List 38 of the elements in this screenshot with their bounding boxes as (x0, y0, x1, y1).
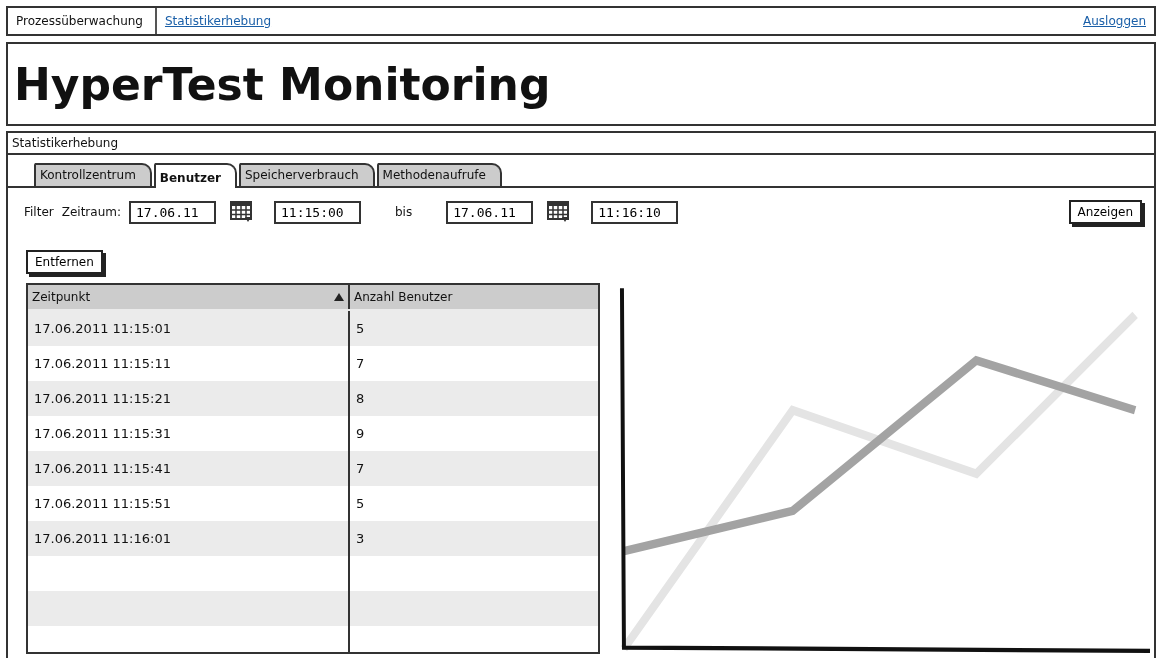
table-cell: 3 (348, 521, 598, 556)
table-cell-text: 17.06.2011 11:15:21 (33, 390, 172, 408)
table-cell-text: 17.06.2011 11:16:01 (33, 530, 172, 548)
date-field[interactable]: 17.06.11 (446, 200, 534, 224)
column-header-label: Zeitpunkt (32, 290, 91, 304)
table-cell: 5 (348, 486, 598, 521)
nav-link[interactable]: Statistikerhebung (156, 8, 284, 34)
table-cell: 7 (348, 451, 598, 486)
table-cell-text: 17.06.2011 11:15:31 (33, 425, 172, 443)
nav-item[interactable]: Prozessüberwachung (8, 8, 157, 34)
logout-link[interactable]: Ausloggen (1083, 14, 1146, 28)
remove-button[interactable]: Entfernen (26, 250, 103, 274)
column-header[interactable]: Zeitpunkt (28, 285, 348, 309)
column-header[interactable]: Anzahl Benutzer (348, 285, 598, 309)
table-cell-text: 17.06.2011 11:15:51 (33, 495, 172, 513)
panel-title: Statistikerhebung (8, 133, 1154, 155)
tab[interactable]: Speicherverbrauch (239, 163, 375, 186)
table-cell: 7 (348, 346, 598, 381)
table-cell-text: 17.06.2011 11:15:41 (33, 460, 172, 478)
table-cell: 9 (348, 416, 598, 451)
tab[interactable]: Benutzer (153, 163, 237, 188)
table-cell: 5 (348, 311, 598, 346)
time-field[interactable]: 11:15:00 (274, 200, 361, 224)
calendar-icon (547, 201, 572, 223)
calendar-icon (230, 201, 254, 223)
to-label: bis (395, 205, 413, 219)
show-button[interactable]: Anzeigen (1068, 200, 1142, 224)
tab[interactable]: Methodenaufrufe (376, 163, 502, 186)
time-field[interactable]: 11:16:10 (591, 200, 679, 224)
column-header-label: Anzahl Benutzer (354, 290, 453, 304)
filter-label: Filter (24, 205, 54, 219)
period-label: Zeitraum: (61, 205, 121, 219)
date-field[interactable]: 17.06.11 (129, 200, 216, 224)
table-cell: 8 (348, 381, 598, 416)
table-cell-text: 17.06.2011 11:15:01 (33, 320, 172, 338)
app-title: HyperTest Monitoring (14, 58, 551, 110)
table-cell-text: 17.06.2011 11:15:11 (33, 355, 172, 373)
tab[interactable]: Kontrollzentrum (34, 163, 152, 186)
